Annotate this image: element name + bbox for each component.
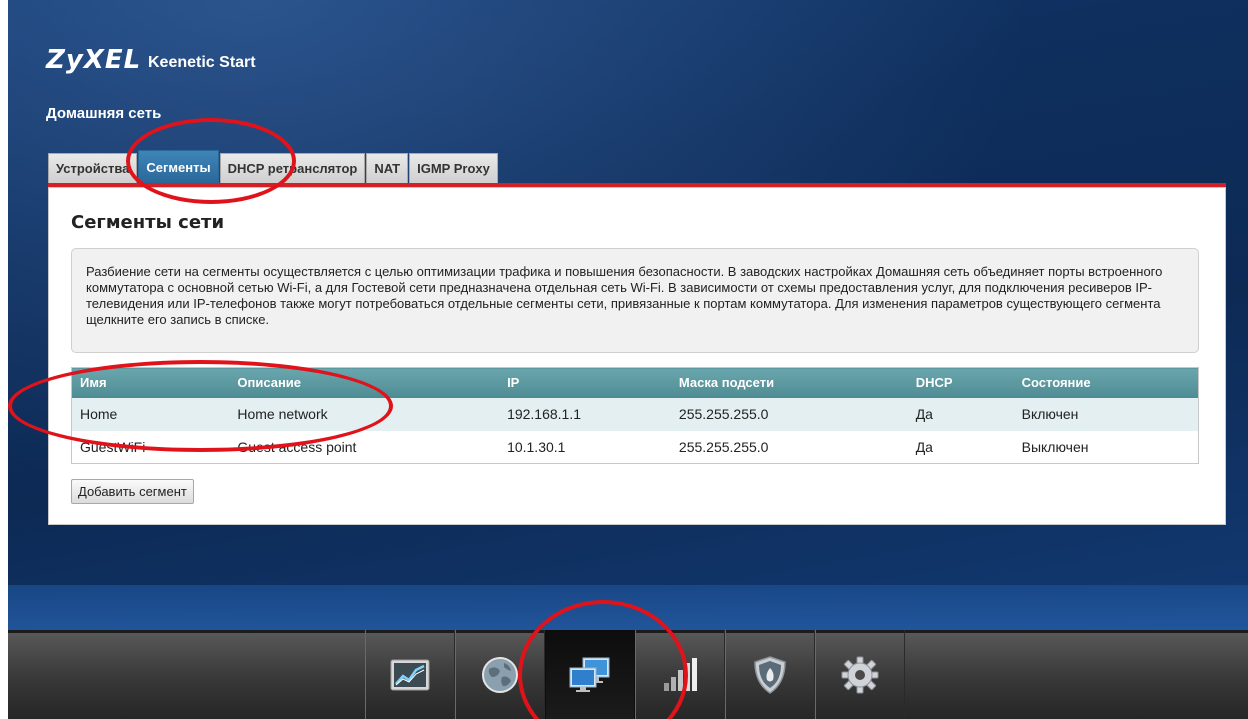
segments-panel: Сегменты сети Разбиение сети на сегменты… — [48, 187, 1226, 525]
table-header-row: Имя Описание IP Маска подсети DHCP Состо… — [71, 367, 1199, 398]
globe-icon — [482, 656, 518, 693]
cell-name: Home — [71, 397, 230, 431]
monitor-chart-icon — [390, 659, 430, 690]
tab-dhcp-relay[interactable]: DHCP ретранслятор — [219, 153, 366, 183]
dock-item-monitor[interactable] — [365, 630, 455, 719]
add-segment-button[interactable]: Добавить сегмент — [71, 479, 194, 504]
cell-mask: 255.255.255.0 — [670, 430, 908, 464]
cell-state: Выключен — [1013, 430, 1199, 464]
security-shield-icon — [754, 655, 786, 694]
column-header-name: Имя — [71, 367, 230, 398]
gear-icon — [841, 656, 879, 693]
tab-nat[interactable]: NAT — [366, 153, 409, 183]
tab-segments[interactable]: Сегменты — [138, 150, 219, 183]
cell-ip: 192.168.1.1 — [499, 397, 671, 431]
home-network-icon — [569, 657, 610, 692]
dock-item-internet[interactable] — [455, 630, 545, 719]
cell-dhcp: Да — [907, 397, 1014, 431]
column-header-ip: IP — [499, 367, 671, 398]
wifi-signal-icon — [664, 657, 697, 691]
cell-state: Включен — [1013, 397, 1199, 431]
table-row[interactable]: GuestWiFi Guest access point 10.1.30.1 2… — [71, 430, 1199, 464]
tab-devices[interactable]: Устройства — [48, 153, 138, 183]
segments-table: Имя Описание IP Маска подсети DHCP Состо… — [71, 367, 1199, 464]
dock-item-wifi[interactable] — [635, 630, 725, 719]
column-header-mask: Маска подсети — [670, 367, 908, 398]
cell-description: Home network — [229, 397, 500, 431]
cell-ip: 10.1.30.1 — [499, 430, 671, 464]
cell-dhcp: Да — [907, 430, 1014, 464]
dock-items — [365, 630, 905, 719]
product-name: Keenetic Start — [148, 54, 256, 71]
column-header-state: Состояние — [1013, 367, 1199, 398]
panel-heading: Сегменты сети — [71, 212, 225, 233]
zyxel-logo: ZyXEL — [46, 45, 142, 75]
column-header-description: Описание — [229, 367, 500, 398]
cell-mask: 255.255.255.0 — [670, 397, 908, 431]
router-web-ui: ZyXEL Keenetic Start Домашняя сеть Устро… — [8, 0, 1248, 719]
background-band — [8, 585, 1248, 630]
tab-igmp-proxy[interactable]: IGMP Proxy — [409, 153, 498, 183]
bottom-dock — [8, 630, 1248, 719]
dock-item-security[interactable] — [725, 630, 815, 719]
tab-bar: Устройства Сегменты DHCP ретранслятор NA… — [48, 150, 499, 183]
cell-name: GuestWiFi — [71, 430, 230, 464]
description-box: Разбиение сети на сегменты осуществляетс… — [71, 248, 1199, 353]
dock-item-home-network[interactable] — [545, 630, 635, 719]
table-row[interactable]: Home Home network 192.168.1.1 255.255.25… — [71, 397, 1199, 431]
dock-item-system[interactable] — [815, 630, 905, 719]
column-header-dhcp: DHCP — [907, 367, 1014, 398]
cell-description: Guest access point — [229, 430, 500, 464]
page-title: Домашняя сеть — [46, 105, 162, 122]
